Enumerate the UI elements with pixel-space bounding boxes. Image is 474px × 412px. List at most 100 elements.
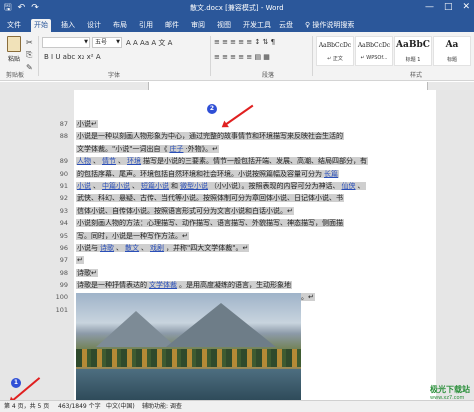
status-word-count[interactable]: 463/1849 个字 [58,401,101,412]
hyperlink-text[interactable]: 仙侠 [340,181,357,190]
hyperlink-text[interactable]: 戏剧 [149,243,165,252]
window-controls: — □ ✕ [425,2,470,12]
font-name-select[interactable]: ▼ [42,37,90,48]
tab-file[interactable]: 文件 [4,19,24,32]
title-bar: 🖫 ↶ ↷ 散文.docx [兼容模式] - Word — □ ✕ [0,0,474,17]
line-number: 89 [59,157,68,166]
document-line[interactable]: 91 小说、中篇小说、短篇小说和微型小说 （小小说）。按照表现的内容可分为神话、 仙侠… [60,180,366,192]
document-line[interactable]: 88 小说是一种以刻画人物形象为中心，通过完整的故事情节和环境描写来反映社会生活的 [60,130,366,142]
paragraph-tools-row[interactable]: ≡ ≡ ≡ ≡ ≡ ↕ ⇅ ¶ [214,38,275,46]
status-language[interactable]: 中文(中国) [106,401,135,412]
style-title[interactable]: Aa 标题 [433,36,471,66]
horizontal-ruler[interactable] [0,82,474,90]
close-button[interactable]: ✕ [462,2,470,12]
hyperlink-text[interactable]: 短篇小说 [140,181,170,190]
selected-text: 的包括序幕、尾声。环境包括自然环境和社会环境。小说按照篇幅及容量可分为 [76,169,323,178]
selected-text: 、 [117,157,126,166]
selected-text: 和 [170,181,179,190]
tab-review[interactable]: 审阅 [188,19,208,32]
selected-text: 信体小说、自传体小说。按照语言形式可分为文言小说和白话小说。↵ [76,206,294,215]
minimize-button[interactable]: — [425,2,434,12]
cut-icon[interactable]: ✂ [26,38,33,47]
document-line[interactable]: 89 人物、情节、环境 描写是小说的三要素。情节一般包括开端、发展、高潮、结局四部分… [60,155,368,167]
hyperlink-text[interactable]: 人物 [76,157,92,166]
hyperlink-text[interactable]: 散文 [124,243,140,252]
selected-text: 、 [131,181,140,190]
document-line[interactable]: 99 诗歌是一种抒情表达的 文学体裁 。是用高度凝练的语言，生动形象地 [60,279,366,291]
style-normal[interactable]: AaBbCcDc ↵ 正文 [316,36,354,66]
font-format-row[interactable]: B I U abc x₂ x² A [44,53,101,61]
hyperlink-text[interactable]: 中篇小说 [101,181,131,190]
line-number: 91 [59,181,68,190]
document-line[interactable]: 文学体裁。"小说"一词出自《 庄子 ·外物》。↵ [76,143,366,155]
annotation-marker-1: 1 [11,378,21,388]
paragraph-align-row[interactable]: ≡ ≡ ≡ ≡ ≡ ▤ ▦ [214,53,270,61]
tab-developer[interactable]: 开发工具 [240,19,274,32]
tell-me-search[interactable]: ♀ 操作说明搜索 [302,19,357,32]
tab-insert[interactable]: 插入 [58,19,78,32]
maximize-button[interactable]: □ [444,2,453,12]
format-painter-icon[interactable]: ✎ [26,63,33,72]
selected-text: 诗歌↵ [76,268,98,277]
hyperlink-text[interactable]: 小说 [76,181,92,190]
document-line[interactable]: 90 的包括序幕、尾声。环境包括自然环境和社会环境。小说按照篇幅及容量可分为 长篇 [60,168,366,180]
line-number: 101 [55,305,68,314]
redo-icon[interactable]: ↷ [31,3,39,14]
hyperlink-text[interactable]: 长篇 [323,169,339,178]
hyperlink-text[interactable]: 文学体裁 [148,281,178,290]
font-size-select[interactable]: 五号 ▼ [92,37,122,48]
save-icon[interactable]: 🖫 [4,3,12,14]
hyperlink-text[interactable]: 庄子 [168,144,185,153]
document-line[interactable]: 97 ↵ [60,254,366,266]
document-body[interactable]: 87 小说↵ 88 小说是一种以刻画人物形象为中心，通过完整的故事情节和环境描写来反映… [56,118,368,316]
style-wpsoffice[interactable]: AaBbCcDc ↵ WPSOf... [355,36,393,66]
tab-cloud[interactable]: 云盘 [276,19,296,32]
selected-text: 、 [92,157,101,166]
document-line[interactable]: 98 诗歌↵ [60,267,366,279]
line-number: 98 [59,268,68,277]
hyperlink-text[interactable]: 诗歌 [99,243,115,252]
document-line[interactable]: 95 写。同时，小说是一种写作方法。↵ [60,230,366,242]
copy-icon[interactable]: ⎘ [26,50,33,60]
mountain-shape [166,303,276,347]
mountain-shape [96,311,176,347]
landscape-image[interactable] [76,293,301,400]
tab-home[interactable]: 开始 [31,19,51,32]
hyperlink-text[interactable]: 情节 [101,157,117,166]
forest-band [76,349,301,367]
style-heading-1[interactable]: AaBbC 标题 1 [394,36,432,66]
paste-button[interactable]: 粘贴 [4,36,24,66]
hyperlink-text[interactable]: 微型小说 [179,181,209,190]
clipboard-icon [7,36,21,52]
undo-icon[interactable]: ↶ [18,3,26,14]
font-group-label: 字体 [108,72,121,79]
status-accessibility[interactable]: 辅助功能: 调查 [142,401,182,412]
document-line[interactable]: 96 小说与 诗歌、散文、戏剧 ，并称"四大文学体裁"。↵ [60,242,366,254]
tab-design[interactable]: 设计 [84,19,104,32]
document-line[interactable]: 92 武侠、科幻、悬疑、古传、当代等小说。按照体制可分为章回体小说、日记体小说、书 [60,192,366,204]
line-number: 97 [59,256,68,265]
clipboard-small-buttons: ✂ ⎘ ✎ [26,38,33,72]
font-tools-row[interactable]: A A Aa A 文 A [126,38,172,48]
selected-text: ↵ [76,256,84,265]
hyperlink-text[interactable]: 环境 [126,157,142,166]
annotation-marker-2: 2 [207,104,217,114]
tab-references[interactable]: 引用 [136,19,156,32]
status-page[interactable]: 第 4 页，共 5 页 [4,401,49,412]
selected-text: 小说与 [76,243,99,252]
selected-text: ·外物》。↵ [184,144,220,153]
selected-text: 。是用高度凝练的语言，生动形象地 [178,281,292,290]
group-divider [210,36,211,76]
line-number: 100 [55,293,68,302]
selected-text: 、 [92,181,101,190]
group-divider [38,36,39,76]
document-area: 87 小说↵ 88 小说是一种以刻画人物形象为中心，通过完整的故事情节和环境描写来反映… [0,90,474,400]
tab-layout[interactable]: 布局 [110,19,130,32]
tab-view[interactable]: 视图 [214,19,234,32]
selected-text: 武侠、科幻、悬疑、古传、当代等小说。按照体制可分为章回体小说、日记体小说、书 [76,194,344,203]
tab-mailings[interactable]: 邮件 [162,19,182,32]
quick-access-toolbar: 🖫 ↶ ↷ [4,3,39,14]
document-line[interactable]: 94 小说刻画人物的方法：心理描写、动作描写、语言描写、外貌描写、神态描写，侧面描 [60,217,366,229]
selected-text: ，并称"四大文学体裁"。↵ [165,243,250,252]
document-line[interactable]: 93 信体小说、自传体小说。按照语言形式可分为文言小说和白话小说。↵ [60,205,366,217]
